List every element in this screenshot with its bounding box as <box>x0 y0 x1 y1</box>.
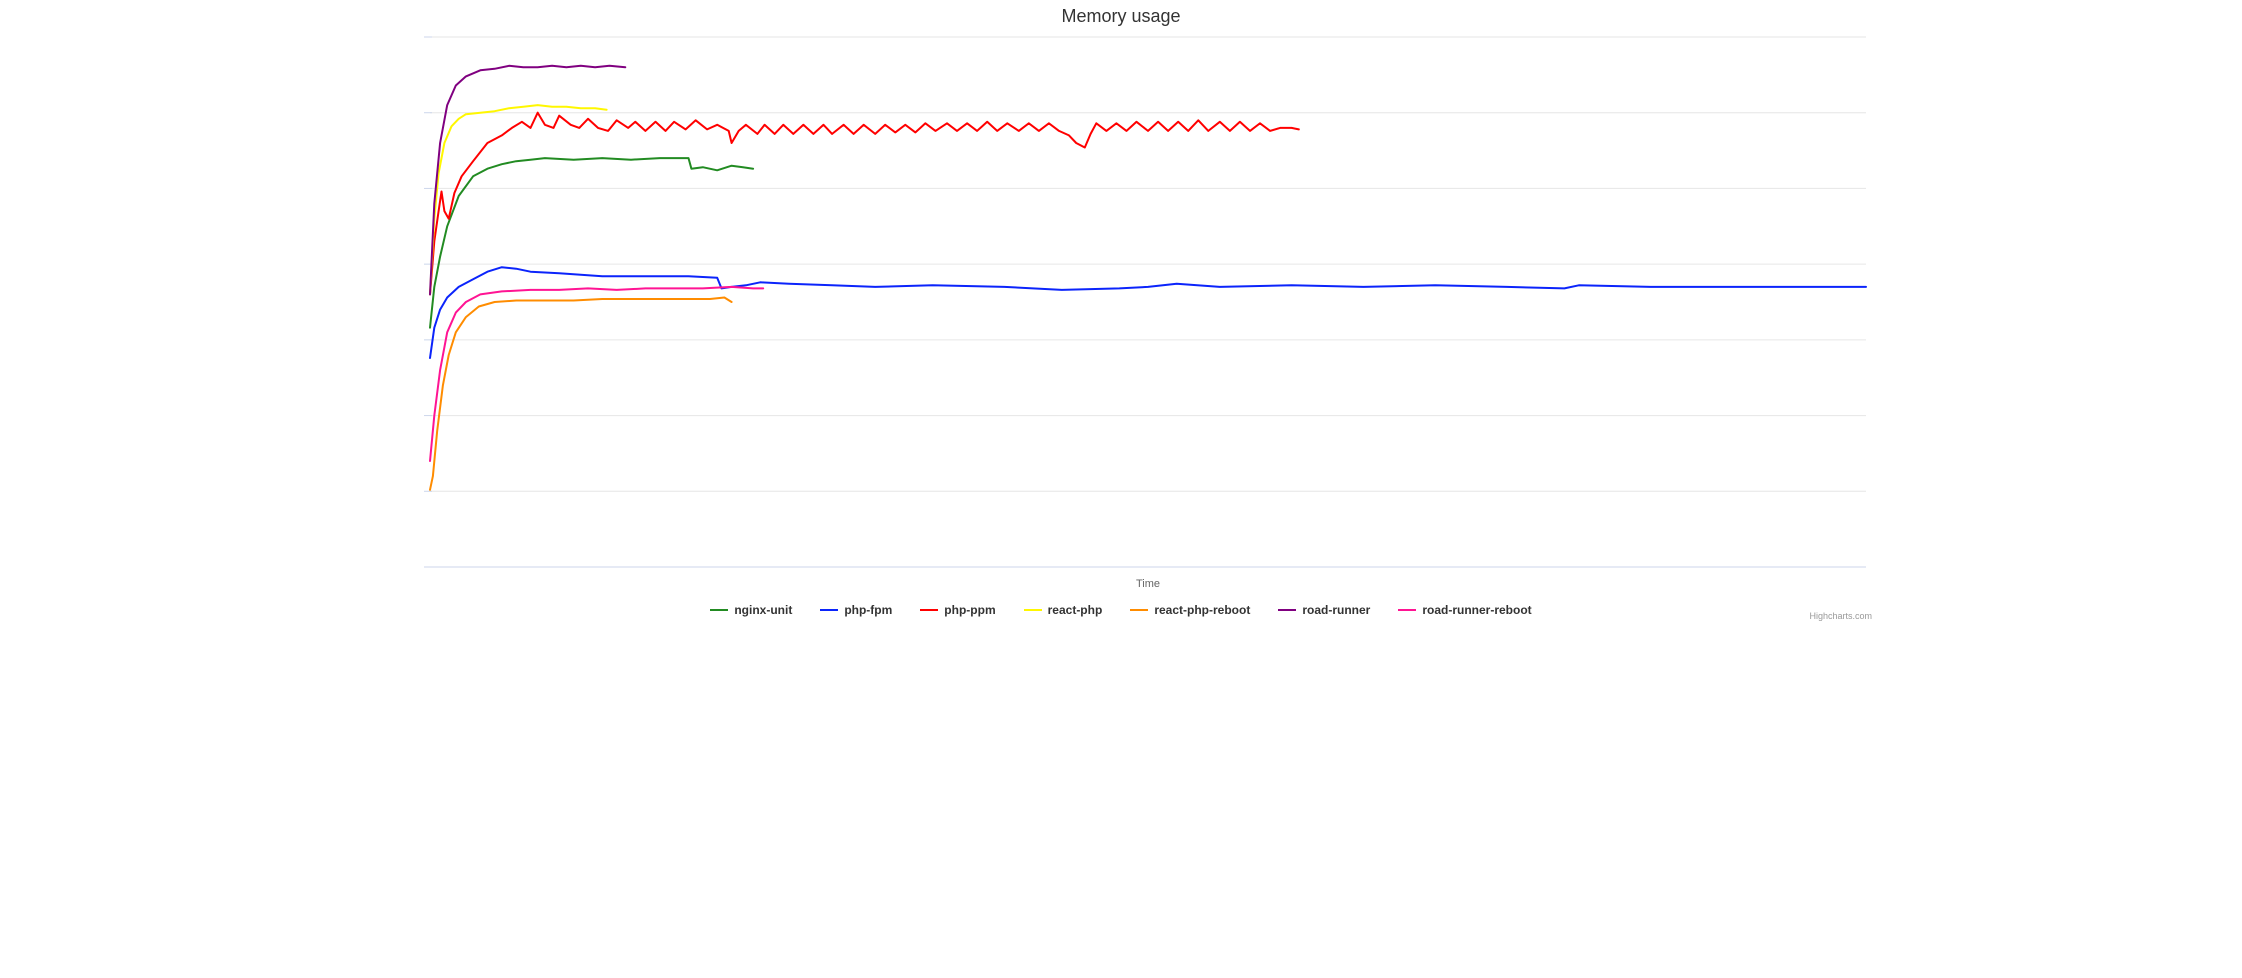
legend-label: nginx-unit <box>734 603 792 617</box>
legend-item-php-ppm[interactable]: php-ppm <box>920 603 995 617</box>
legend-label: road-runner <box>1302 603 1370 617</box>
legend-item-react-php[interactable]: react-php <box>1024 603 1103 617</box>
chart-container: Memory usage 800850900950100010501100115… <box>356 0 1886 627</box>
series-php-fpm <box>430 267 1866 358</box>
series-nginx-unit <box>430 158 753 328</box>
legend-label: php-ppm <box>944 603 995 617</box>
svg-text:Time: Time <box>1136 578 1160 590</box>
legend-swatch <box>710 609 728 611</box>
plot-area: 8008509009501000105011001150Memory (MB)T… <box>424 31 1872 591</box>
legend-swatch <box>1024 609 1042 611</box>
legend-swatch <box>920 609 938 611</box>
chart-svg: 8008509009501000105011001150Memory (MB)T… <box>424 31 1872 591</box>
legend: nginx-unit php-fpm php-ppm react-php react-p… <box>356 591 1886 627</box>
credits-link[interactable]: Highcharts.com <box>1809 611 1872 621</box>
legend-item-react-php-reboot[interactable]: react-php-reboot <box>1130 603 1250 617</box>
legend-swatch <box>1398 609 1416 611</box>
legend-swatch <box>820 609 838 611</box>
legend-item-road-runner-reboot[interactable]: road-runner-reboot <box>1398 603 1531 617</box>
series-react-php-reboot <box>430 298 732 490</box>
series-php-ppm <box>430 113 1299 295</box>
legend-swatch <box>1130 609 1148 611</box>
legend-swatch <box>1278 609 1296 611</box>
legend-label: react-php <box>1048 603 1103 617</box>
legend-item-php-fpm[interactable]: php-fpm <box>820 603 892 617</box>
legend-label: react-php-reboot <box>1154 603 1250 617</box>
legend-label: php-fpm <box>844 603 892 617</box>
legend-item-road-runner[interactable]: road-runner <box>1278 603 1370 617</box>
legend-item-nginx-unit[interactable]: nginx-unit <box>710 603 792 617</box>
series-road-runner-reboot <box>430 287 763 461</box>
legend-label: road-runner-reboot <box>1422 603 1531 617</box>
chart-title: Memory usage <box>356 0 1886 31</box>
